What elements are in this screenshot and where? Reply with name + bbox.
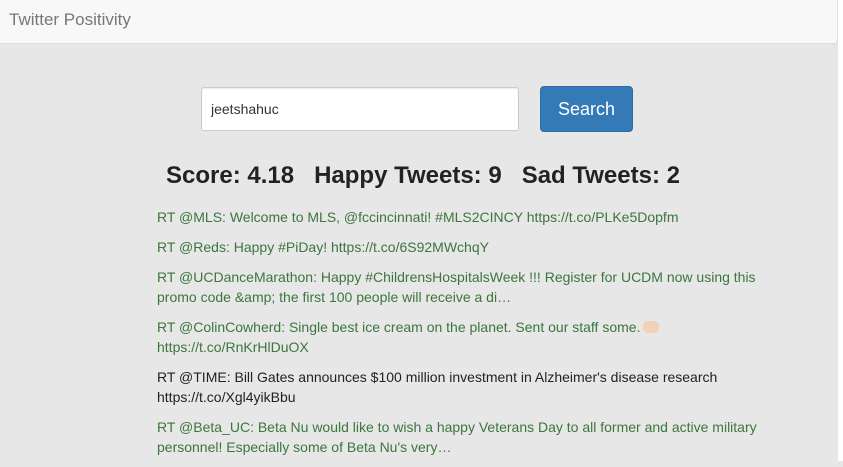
tweet-item: RT @Beta_UC: Beta Nu would like to wish … (157, 417, 772, 457)
fist-bump-emoji-icon (643, 321, 660, 333)
tweet-item: RT @ColinCowherd: Single best ice cream … (157, 317, 772, 357)
tweet-text: RT @TIME: Bill Gates announces $100 mill… (157, 369, 718, 405)
tweet-link: https://t.co/RnKrHlDuOX (157, 339, 309, 355)
search-input[interactable] (201, 87, 519, 131)
tweet-text: RT @ColinCowherd: Single best ice cream … (157, 319, 641, 335)
stats-heading: Score: 4.18 Happy Tweets: 9 Sad Tweets: 2 (166, 161, 680, 191)
tweet-text: RT @Reds: Happy #PiDay! https://t.co/6S9… (157, 239, 489, 255)
page-edge (838, 0, 843, 461)
tweet-text: RT @MLS: Welcome to MLS, @fccincinnati! … (157, 209, 679, 225)
happy-tweets-stat: Happy Tweets: 9 (314, 162, 502, 189)
search-button[interactable]: Search (540, 86, 633, 132)
tweet-item: RT @UCDanceMarathon: Happy #ChildrensHos… (157, 267, 772, 307)
tweet-item: RT @MLS: Welcome to MLS, @fccincinnati! … (157, 207, 772, 227)
tweet-text: RT @Beta_UC: Beta Nu would like to wish … (157, 419, 757, 455)
score-stat: Score: 4.18 (166, 162, 295, 189)
brand-title[interactable]: Twitter Positivity (9, 10, 131, 30)
navbar: Twitter Positivity (0, 0, 838, 44)
tweet-text: RT @UCDanceMarathon: Happy #ChildrensHos… (157, 269, 756, 305)
tweet-item: RT @Reds: Happy #PiDay! https://t.co/6S9… (157, 237, 772, 257)
sad-tweets-stat: Sad Tweets: 2 (521, 162, 680, 189)
tweet-list: RT @MLS: Welcome to MLS, @fccincinnati! … (157, 207, 772, 467)
tweet-item: RT @TIME: Bill Gates announces $100 mill… (157, 367, 772, 407)
